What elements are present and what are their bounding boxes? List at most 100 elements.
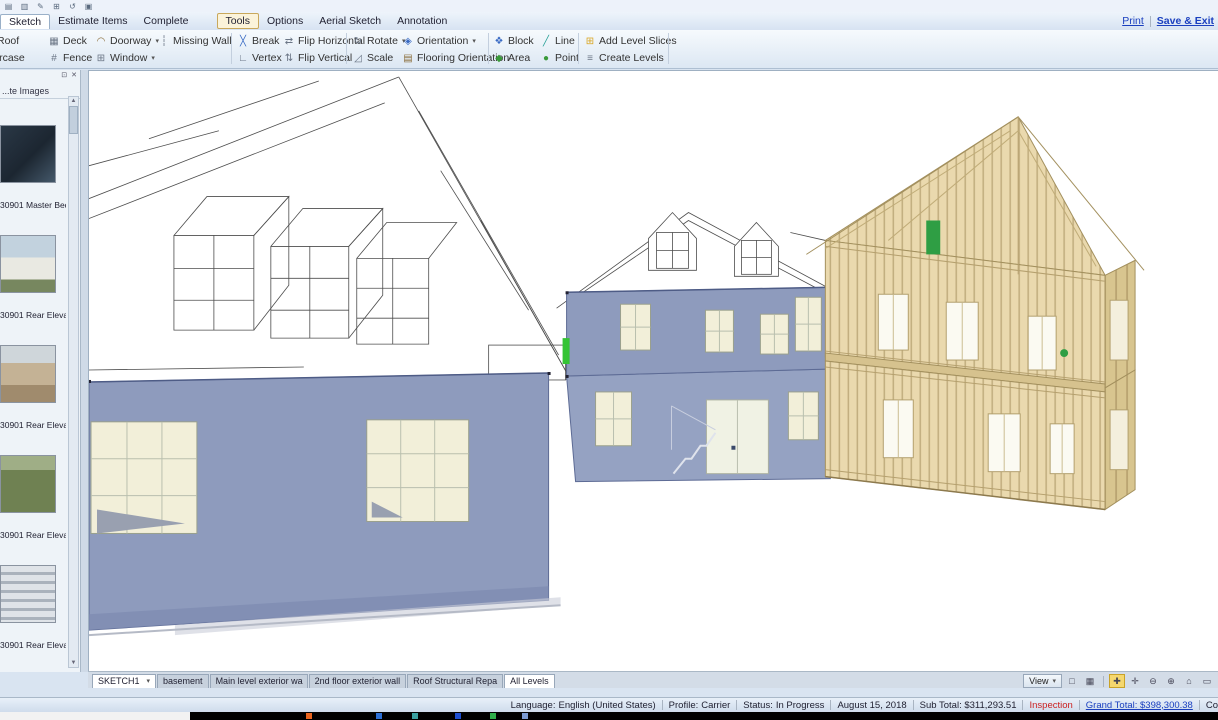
sketch-canvas-svg[interactable]: [89, 71, 1218, 671]
tab-annotation[interactable]: Annotation: [389, 14, 455, 28]
panel-splitter[interactable]: [81, 70, 88, 672]
tab-aerial-sketch[interactable]: Aerial Sketch: [311, 14, 389, 28]
zoom-extents-icon[interactable]: ⌂: [1181, 674, 1197, 688]
windows-taskbar[interactable]: [0, 712, 1218, 720]
pan-icon[interactable]: ✛: [1127, 674, 1143, 688]
blue-walls[interactable]: [89, 287, 832, 635]
roof-button[interactable]: ⌂ Roof: [0, 33, 19, 49]
point-button[interactable]: ● Point: [540, 50, 579, 66]
sheet-tab-sketch1[interactable]: SKETCH1 ▾: [92, 674, 156, 688]
flip-vertical-button[interactable]: ⇅ Flip Vertical: [283, 50, 352, 66]
quick-access-toolbar: ▤ ▥ ✎ ⊞ ↺ ▣: [0, 0, 1218, 12]
status-bar: Language: English (United States) Profil…: [0, 697, 1218, 712]
status-label: Status:: [743, 700, 773, 711]
photo-thumbnail[interactable]: [0, 235, 56, 293]
missing-wall-button[interactable]: ┆ Missing Wall: [158, 33, 232, 49]
status-value[interactable]: In Progress: [776, 700, 825, 711]
doorway-icon: ◠: [95, 36, 107, 47]
divider: [913, 700, 914, 710]
block-button[interactable]: ❖ Block: [493, 33, 534, 49]
divider: [830, 700, 831, 710]
view-dropdown[interactable]: View ▾: [1023, 674, 1062, 688]
zoom-in-icon[interactable]: ⊕: [1163, 674, 1179, 688]
overflow-text: Co: [1206, 700, 1218, 711]
tab-tools[interactable]: Tools: [217, 13, 260, 29]
add-vertex-icon[interactable]: ✚: [1109, 674, 1125, 688]
orientation-button[interactable]: ◈ Orientation ▾: [402, 33, 476, 49]
divider: [662, 700, 663, 710]
area-icon: ◆: [493, 53, 505, 64]
tab-options[interactable]: Options: [259, 14, 311, 28]
window-button[interactable]: ⊞ Window ▾: [95, 50, 155, 66]
flip-vertical-icon: ⇅: [283, 53, 295, 64]
checkbox-icon[interactable]: □: [1064, 674, 1080, 688]
profile-value[interactable]: Carrier: [701, 700, 730, 711]
area-button[interactable]: ◆ Area: [493, 50, 530, 66]
language-label: Language:: [511, 700, 556, 711]
scrollbar-thumb[interactable]: [69, 106, 78, 134]
grand-total-link[interactable]: Grand Total: $398,300.38: [1086, 700, 1193, 711]
undo-icon[interactable]: ↺: [68, 2, 77, 11]
add-level-slices-button[interactable]: ⊞ Add Level Slices: [584, 33, 677, 49]
sheet-tab-main-level[interactable]: Main level exterior wa: [210, 674, 308, 688]
zoom-out-icon[interactable]: ⊖: [1145, 674, 1161, 688]
documents-icon[interactable]: ▥: [20, 2, 29, 11]
taskbar-app-icon[interactable]: [306, 713, 312, 719]
staircase-button[interactable]: ≣ Staircase: [0, 50, 25, 66]
print-link[interactable]: Print: [1122, 15, 1144, 27]
photo-thumbnail[interactable]: [0, 125, 56, 183]
deck-button[interactable]: ▦ Deck: [48, 33, 87, 49]
taskbar-app-icon[interactable]: [376, 713, 382, 719]
photo-label: 30901 Master Bedro: [0, 200, 66, 210]
break-button[interactable]: ╳ Break: [237, 33, 279, 49]
save-exit-link[interactable]: Save & Exit: [1157, 15, 1214, 27]
rotate-button[interactable]: ↻ Rotate ▾: [352, 33, 405, 49]
fence-button[interactable]: # Fence: [48, 50, 92, 66]
edit-icon[interactable]: ✎: [36, 2, 45, 11]
sheet-tab-basement[interactable]: basement: [157, 674, 209, 688]
chevron-down-icon: ▾: [151, 54, 155, 62]
divider: [1199, 700, 1200, 710]
photo-thumbnail[interactable]: [0, 565, 56, 623]
top-links: Print Save & Exit: [1122, 15, 1218, 27]
taskbar-app-icon[interactable]: [522, 713, 528, 719]
close-icon[interactable]: ✕: [71, 71, 77, 83]
line-icon: ╱: [540, 36, 552, 47]
create-levels-button[interactable]: ≡ Create Levels: [584, 50, 664, 66]
taskbar-app-icon[interactable]: [490, 713, 496, 719]
tab-sketch[interactable]: Sketch: [0, 14, 50, 29]
create-levels-icon: ≡: [584, 53, 596, 64]
doorway-button[interactable]: ◠ Doorway ▾: [95, 33, 159, 49]
grid-icon[interactable]: ⊞: [52, 2, 61, 11]
flip-horizontal-icon: ⇄: [283, 36, 295, 47]
scroll-down-icon[interactable]: ▼: [69, 659, 78, 667]
vertex-icon: ∟: [237, 53, 249, 64]
scroll-up-icon[interactable]: ▲: [69, 97, 78, 105]
window-icon[interactable]: ▣: [84, 2, 93, 11]
chevron-down-icon: ▾: [472, 37, 476, 45]
sidebar-scrollbar[interactable]: ▲ ▼: [68, 96, 79, 668]
report-icon[interactable]: ▤: [4, 2, 13, 11]
sheet-tab-all-levels[interactable]: All Levels: [504, 674, 555, 688]
photo-thumbnail[interactable]: [0, 345, 56, 403]
orientation-icon: ◈: [402, 36, 414, 47]
taskbar-app-icon[interactable]: [412, 713, 418, 719]
pin-icon[interactable]: ⊡: [61, 71, 67, 83]
zoom-window-icon[interactable]: ▭: [1199, 674, 1215, 688]
photo-thumbnail[interactable]: [0, 455, 56, 513]
sheet-tab-2nd-floor[interactable]: 2nd floor exterior wall: [309, 674, 407, 688]
scale-button[interactable]: ◿ Scale: [352, 50, 393, 66]
divider: [1079, 700, 1080, 710]
missing-wall-icon: ┆: [158, 36, 170, 47]
vertex-button[interactable]: ∟ Vertex: [237, 50, 282, 66]
wood-framing[interactable]: [806, 117, 1144, 510]
line-button[interactable]: ╱ Line: [540, 33, 575, 49]
tab-estimate-items[interactable]: Estimate Items: [50, 14, 135, 28]
inspection-link[interactable]: Inspection: [1029, 700, 1072, 711]
taskbar-app-icon[interactable]: [455, 713, 461, 719]
tab-complete[interactable]: Complete: [136, 14, 197, 28]
sketch-canvas[interactable]: [88, 70, 1218, 672]
sheet-tab-roof-structural[interactable]: Roof Structural Repa: [407, 674, 503, 688]
view-grid-icon[interactable]: ▦: [1082, 674, 1098, 688]
language-value[interactable]: English (United States): [559, 700, 656, 711]
